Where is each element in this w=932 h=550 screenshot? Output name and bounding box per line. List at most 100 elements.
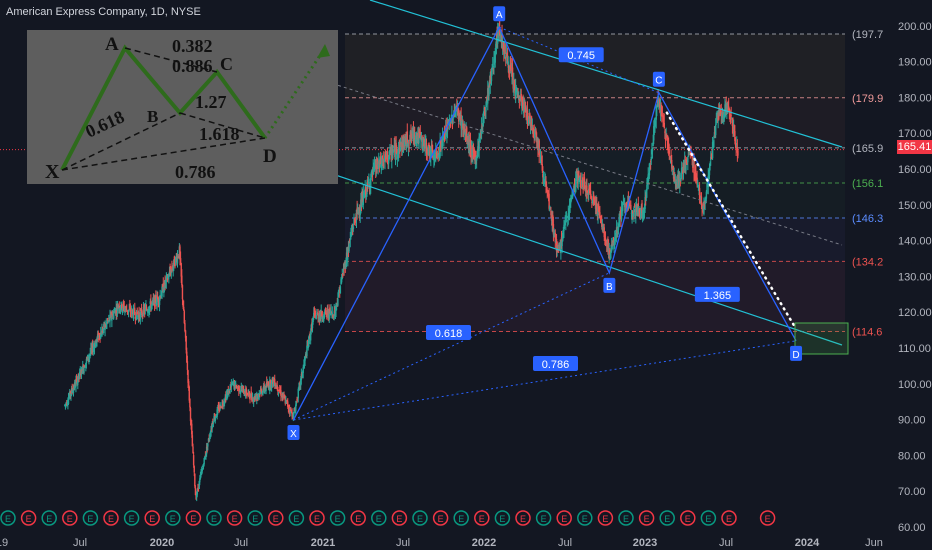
- earnings-label: E: [520, 514, 526, 524]
- x-tick-label: 2020: [150, 537, 174, 549]
- candle-body: [161, 286, 163, 297]
- y-tick-label: 80.00: [898, 450, 926, 462]
- candle-body: [193, 466, 195, 473]
- earnings-label: E: [273, 514, 279, 524]
- x-tick-label: 2023: [633, 537, 657, 549]
- earnings-label: E: [726, 514, 732, 524]
- inset-ratio: 0.886: [172, 56, 213, 76]
- earnings-label: E: [479, 514, 485, 524]
- candle-body: [579, 179, 582, 188]
- inset-ratio: 0.618: [82, 106, 127, 141]
- point-label-d: D: [792, 350, 799, 361]
- candle-body: [408, 142, 410, 144]
- level-label: (197.7: [852, 29, 883, 41]
- earnings-label: E: [561, 514, 567, 524]
- candle-body: [109, 314, 111, 322]
- candle-body: [571, 195, 574, 198]
- inset-point-b: B: [147, 107, 158, 126]
- candle-body: [578, 171, 580, 178]
- earnings-label: E: [685, 514, 691, 524]
- ratio-label: 1.365: [704, 290, 732, 302]
- candle-body: [730, 115, 732, 117]
- candle-body: [212, 422, 215, 424]
- x-tick-label: Jun: [865, 537, 883, 549]
- candle-body: [427, 145, 430, 156]
- candle-body: [201, 467, 203, 472]
- candle-body: [651, 147, 654, 152]
- candle-body: [194, 473, 196, 487]
- candle-body: [186, 361, 189, 370]
- y-tick-label: 90.00: [898, 415, 926, 427]
- candle-body: [737, 150, 739, 156]
- y-tick-label: 60.00: [898, 522, 926, 534]
- candle-body: [235, 382, 237, 384]
- y-tick-label: 120.00: [898, 307, 932, 319]
- candle-body: [139, 311, 142, 320]
- y-tick-label: 100.00: [898, 379, 932, 391]
- x-tick-label: Jul: [234, 537, 248, 549]
- candle-body: [277, 392, 280, 394]
- ratio-label: 0.745: [567, 50, 595, 62]
- earnings-label: E: [293, 514, 299, 524]
- candle-body: [168, 277, 170, 279]
- inset-point-a: A: [105, 34, 119, 55]
- candle-body: [249, 398, 251, 400]
- pattern-arrow: [263, 47, 327, 139]
- x-tick-label: 2021: [311, 537, 335, 549]
- candle-body: [181, 275, 183, 286]
- candle-body: [539, 155, 542, 157]
- pattern-diagram-inset: X A B C D 0.382 0.886 0.618 1.27 1.618 0.786: [27, 30, 338, 184]
- inset-ratio: 0.382: [172, 36, 213, 56]
- candle-body: [204, 456, 206, 460]
- x-tick-label: 2024: [795, 537, 820, 549]
- earnings-label: E: [5, 514, 11, 524]
- point-label-a: A: [496, 10, 503, 21]
- y-tick-label: 130.00: [898, 271, 932, 283]
- candle-body: [297, 389, 299, 399]
- y-tick-label: 190.00: [898, 57, 932, 69]
- earnings-label: E: [438, 514, 444, 524]
- candle-body: [245, 388, 247, 395]
- time-axis-bg: [0, 533, 932, 550]
- y-tick-label: 180.00: [898, 92, 932, 104]
- candle-body: [714, 124, 717, 136]
- inset-point-x: X: [45, 161, 60, 183]
- earnings-label: E: [765, 514, 771, 524]
- earnings-label: E: [644, 514, 650, 524]
- candle-body: [214, 416, 216, 421]
- inset-point-d: D: [263, 146, 277, 167]
- point-label-b: B: [606, 282, 613, 293]
- earnings-label: E: [705, 514, 711, 524]
- y-tick-label: 170.00: [898, 128, 932, 140]
- earnings-label: E: [355, 514, 361, 524]
- earnings-label: E: [623, 514, 629, 524]
- ratio-label: 0.786: [542, 359, 570, 371]
- earnings-label: E: [211, 514, 217, 524]
- earnings-label: E: [396, 514, 402, 524]
- x-tick-label: Jul: [73, 537, 87, 549]
- earnings-label: E: [664, 514, 670, 524]
- candle-body: [136, 311, 138, 315]
- candle-body: [259, 394, 261, 396]
- candle-body: [406, 131, 408, 145]
- candle-body: [181, 285, 184, 300]
- y-tick-label: 150.00: [898, 200, 932, 212]
- pattern-diagram: X A B C D 0.3820.886 0.618 1.27 1.618 0.786: [45, 34, 330, 183]
- candle-body: [189, 398, 191, 408]
- x-tick-label: 19: [0, 537, 8, 549]
- candle-body: [192, 455, 195, 466]
- candle-body: [207, 443, 209, 447]
- chart-title: American Express Company, 1D, NYSE: [6, 6, 201, 18]
- level-label: (165.9: [852, 143, 883, 155]
- candle-body: [352, 226, 355, 229]
- candle-body: [492, 65, 494, 67]
- candle-body: [646, 184, 648, 191]
- candle-body: [549, 208, 551, 210]
- level-label: (146.3: [852, 213, 883, 225]
- candle-body: [633, 205, 636, 207]
- candle-body: [83, 367, 85, 374]
- level-label: (156.1: [852, 178, 883, 190]
- candle-body: [687, 157, 689, 163]
- pattern-path: [60, 44, 267, 171]
- candle-body: [315, 315, 317, 320]
